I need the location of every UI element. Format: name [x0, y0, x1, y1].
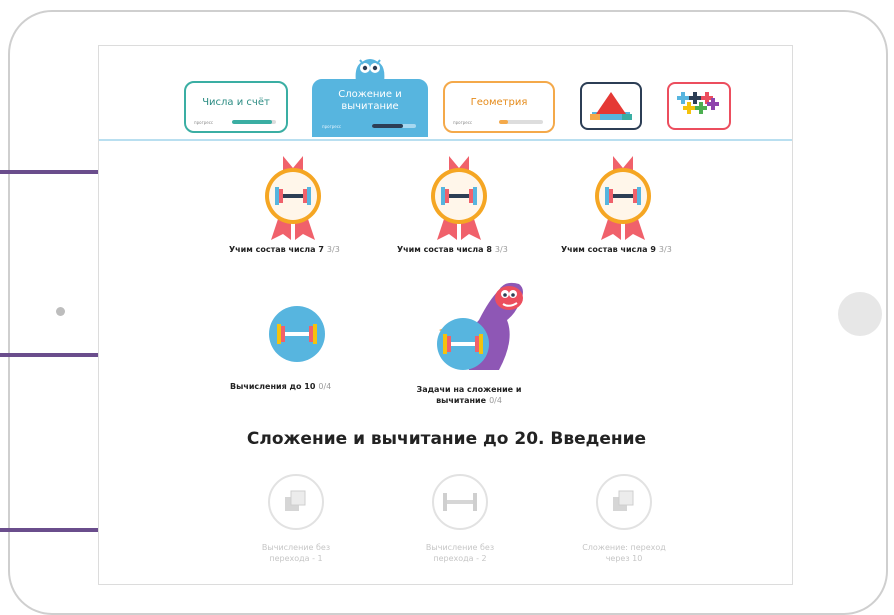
skill-title: Задачи на сложение и вычитание — [416, 385, 522, 405]
tab-addition-subtraction[interactable]: Сложение и вычитание прогресс — [312, 79, 428, 137]
skill-title: Учим состав числа 9 — [561, 245, 656, 254]
tab-addsub-progress-bar — [372, 124, 416, 128]
medal-barbell-icon — [265, 156, 321, 240]
tab-geometry-progress-caption: прогресс — [453, 120, 473, 125]
tabs-divider — [99, 139, 792, 141]
barbell-icon — [269, 306, 325, 362]
camera-dot — [56, 307, 65, 316]
tab-geometry-progress-bar — [499, 120, 543, 124]
tab-geometry[interactable]: Геометрия прогресс — [443, 81, 555, 133]
skill-count: 0/4 — [318, 382, 332, 391]
skill-calc-10[interactable] — [267, 304, 327, 368]
skill-label-locked-1: Вычисление без перехода - 1 — [261, 543, 331, 563]
tab-geometry-label: Геометрия — [470, 97, 528, 108]
skill-label-calc-10: Вычисления до 10 0/4 — [230, 382, 331, 391]
skill-locked-3[interactable] — [595, 473, 653, 535]
barbell-icon — [432, 474, 488, 530]
tab-addsub-label: Сложение и вычитание — [338, 89, 402, 112]
skill-label-8: Учим состав числа 8 3/3 — [397, 245, 508, 254]
skill-title: Вычисления до 10 — [230, 382, 316, 391]
skill-label-7: Учим состав числа 7 3/3 — [229, 245, 340, 254]
skill-locked-2[interactable] — [431, 473, 489, 535]
home-button[interactable] — [838, 292, 882, 336]
tab-numbers-progress-bar — [232, 120, 276, 124]
skill-count: 3/3 — [658, 245, 672, 254]
tab-numbers[interactable]: Числа и счёт прогресс — [184, 81, 288, 133]
medal-skill-8[interactable] — [429, 156, 489, 244]
medal-barbell-icon — [431, 156, 487, 240]
skill-label-locked-3: Сложение: переход через 10 — [582, 543, 666, 563]
skill-title: Учим состав числа 8 — [397, 245, 492, 254]
shapes-icon — [590, 92, 632, 120]
tab-addsub-progress-caption: прогресс — [322, 124, 342, 129]
tab-numbers-label: Числа и счёт — [202, 97, 270, 108]
cube-icon — [268, 474, 324, 530]
app-screen: Числа и счёт прогресс Сложение и вычитан… — [98, 45, 793, 585]
dinosaur-mascot-icon — [437, 282, 523, 370]
skill-word-problems[interactable] — [419, 270, 529, 384]
tab-cubes[interactable] — [667, 82, 731, 130]
skill-label-word-problems: Задачи на сложение и вычитание 0/4 — [409, 384, 529, 406]
cube-icon — [596, 474, 652, 530]
skill-count: 3/3 — [494, 245, 508, 254]
skill-label-locked-2: Вычисление без перехода - 2 — [425, 543, 495, 563]
skill-count: 0/4 — [489, 396, 502, 405]
skill-label-9: Учим состав числа 9 3/3 — [561, 245, 672, 254]
medal-skill-7[interactable] — [263, 156, 323, 244]
skill-locked-1[interactable] — [267, 473, 325, 535]
skill-title: Учим состав числа 7 — [229, 245, 324, 254]
section-title: Сложение и вычитание до 20. Введение — [246, 429, 647, 449]
cubes-icon — [677, 92, 719, 114]
medal-barbell-icon — [595, 156, 651, 240]
tab-shapes[interactable] — [580, 82, 642, 130]
skill-count: 3/3 — [326, 245, 340, 254]
tab-numbers-progress-caption: прогресс — [194, 120, 214, 125]
medal-skill-9[interactable] — [593, 156, 653, 244]
